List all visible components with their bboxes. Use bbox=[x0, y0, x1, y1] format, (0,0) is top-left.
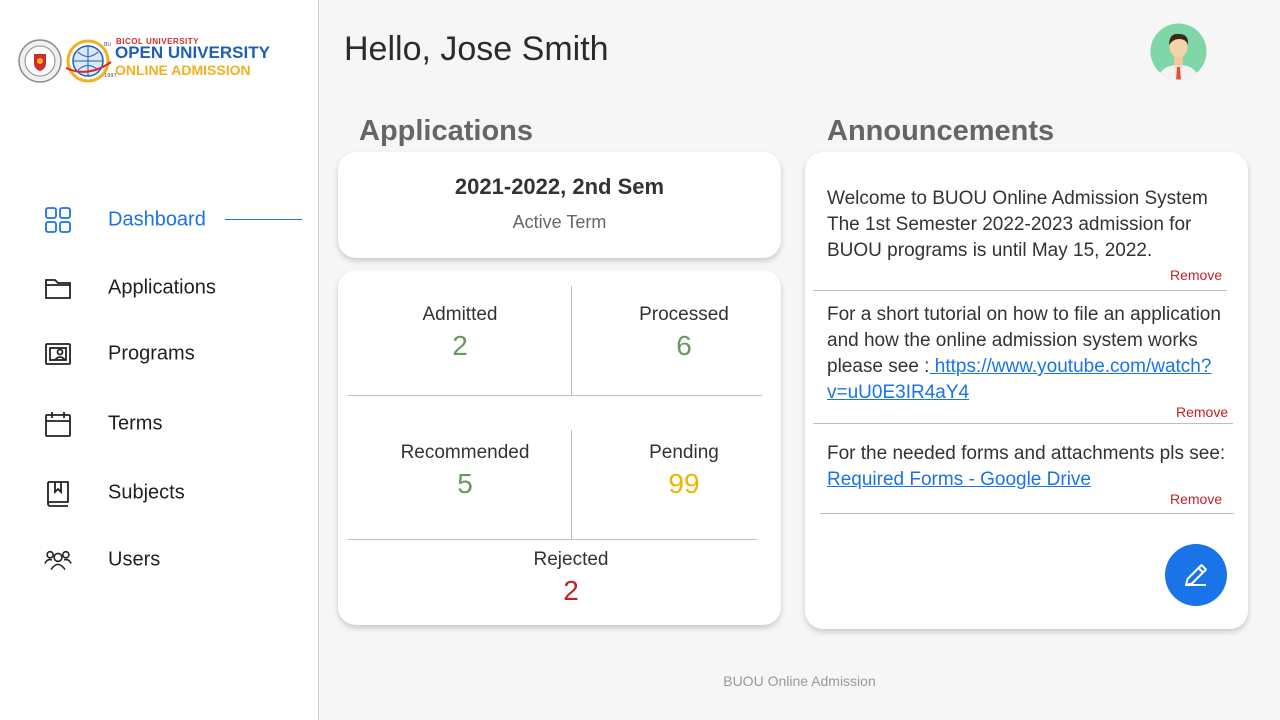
svg-text:BU: BU bbox=[104, 42, 111, 48]
divider bbox=[820, 513, 1234, 514]
sidebar-item-label: Applications bbox=[108, 276, 216, 299]
remove-announcement-button[interactable]: Remove bbox=[1170, 267, 1222, 283]
stat-value: 99 bbox=[668, 468, 700, 499]
stat-processed[interactable]: Processed 6 bbox=[584, 304, 784, 362]
sidebar-item-applications[interactable]: Applications bbox=[44, 273, 216, 303]
stat-label: Admitted bbox=[422, 304, 498, 325]
sidebar-item-label: Subjects bbox=[108, 481, 185, 504]
stat-label: Processed bbox=[639, 304, 729, 325]
sidebar-item-label: Terms bbox=[108, 412, 163, 435]
sidebar-item-label: Dashboard bbox=[108, 208, 206, 231]
brand-line2: OPEN UNIVERSITY bbox=[115, 43, 270, 62]
brand-line3: ONLINE ADMISSION bbox=[115, 62, 251, 78]
term-subtitle: Active Term bbox=[512, 212, 607, 232]
stat-value: 2 bbox=[563, 575, 579, 606]
announcement-link[interactable]: Required Forms - Google Drive bbox=[827, 469, 1091, 490]
term-name: 2021-2022, 2nd Sem bbox=[454, 174, 665, 199]
divider bbox=[348, 539, 757, 540]
announcement-item: For the needed forms and attachments pls… bbox=[827, 441, 1227, 493]
announcement-item: For a short tutorial on how to file an a… bbox=[827, 302, 1227, 406]
stat-value: 6 bbox=[676, 330, 692, 361]
active-indicator bbox=[225, 219, 302, 220]
announcements-card: Welcome to BUOU Online Admission System … bbox=[805, 152, 1248, 629]
applications-section-title: Applications bbox=[359, 115, 534, 147]
sidebar-item-label: Users bbox=[108, 548, 161, 571]
footer-text: BUOU Online Admission bbox=[723, 673, 876, 689]
application-stats-card: Admitted 2 Processed 6 Recommended 5 Pen… bbox=[338, 270, 781, 625]
users-icon bbox=[44, 546, 72, 574]
sidebar: 1997 BU BICOL UNIVERSITY OPEN UNIVERSITY… bbox=[0, 0, 319, 720]
stat-admitted[interactable]: Admitted 2 bbox=[360, 304, 560, 362]
bookmark-book-icon bbox=[44, 479, 72, 507]
pencil-icon bbox=[1181, 560, 1211, 590]
page-title: Hello, Jose Smith bbox=[344, 30, 609, 68]
sidebar-item-dashboard[interactable]: Dashboard bbox=[44, 205, 206, 235]
sidebar-item-label: Programs bbox=[108, 342, 195, 365]
edit-announcements-button[interactable] bbox=[1165, 544, 1227, 606]
divider bbox=[813, 423, 1233, 424]
stat-value: 5 bbox=[457, 468, 473, 499]
divider bbox=[571, 286, 572, 395]
stat-recommended[interactable]: Recommended 5 bbox=[360, 442, 570, 500]
divider bbox=[348, 395, 762, 396]
sidebar-item-programs[interactable]: Programs bbox=[44, 339, 195, 369]
announcement-text: For the needed forms and attachments pls… bbox=[827, 443, 1226, 464]
divider bbox=[571, 430, 572, 539]
presentation-icon bbox=[44, 340, 72, 368]
grid-icon bbox=[44, 206, 72, 234]
stat-label: Pending bbox=[649, 442, 719, 463]
stat-value: 2 bbox=[452, 330, 468, 361]
stat-label: Rejected bbox=[533, 549, 609, 570]
divider bbox=[813, 290, 1227, 291]
brand-logo: 1997 BU BICOL UNIVERSITY OPEN UNIVERSITY… bbox=[18, 34, 298, 88]
calendar-icon bbox=[44, 410, 72, 438]
stat-pending[interactable]: Pending 99 bbox=[584, 442, 784, 500]
remove-announcement-button[interactable]: Remove bbox=[1176, 404, 1228, 420]
sidebar-item-users[interactable]: Users bbox=[44, 545, 160, 575]
announcements-section-title: Announcements bbox=[827, 115, 1055, 147]
folder-icon bbox=[44, 274, 72, 302]
active-term-card: 2021-2022, 2nd Sem Active Term bbox=[338, 152, 781, 258]
stat-label: Recommended bbox=[400, 442, 530, 463]
remove-announcement-button[interactable]: Remove bbox=[1170, 491, 1222, 507]
sidebar-item-subjects[interactable]: Subjects bbox=[44, 478, 185, 508]
announcement-text: Welcome to BUOU Online Admission System … bbox=[827, 188, 1208, 261]
stat-rejected[interactable]: Rejected 2 bbox=[471, 549, 671, 607]
sidebar-item-terms[interactable]: Terms bbox=[44, 409, 162, 439]
user-avatar-icon[interactable] bbox=[1150, 23, 1207, 80]
